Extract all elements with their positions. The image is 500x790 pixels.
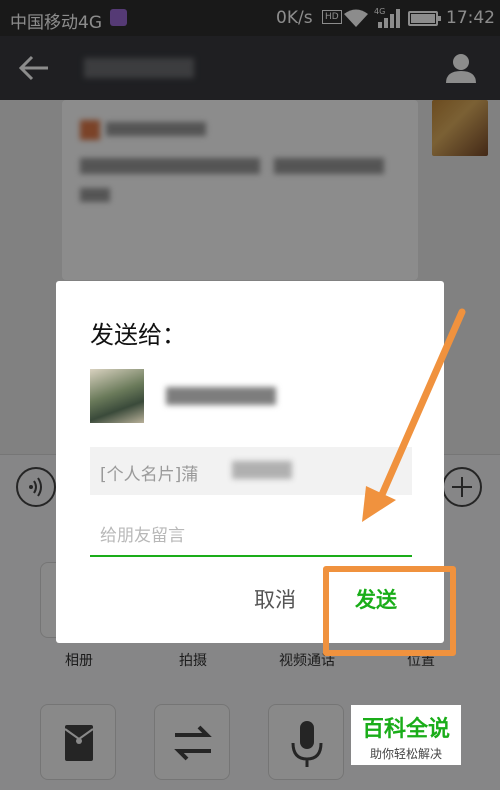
watermark-title: 百科全说: [361, 717, 450, 742]
watermark-logo: 百科全说 助你轻松解决: [351, 705, 461, 765]
watermark-subtitle: 助你轻松解决: [369, 747, 442, 761]
annotation-arrow-icon: [362, 308, 466, 522]
